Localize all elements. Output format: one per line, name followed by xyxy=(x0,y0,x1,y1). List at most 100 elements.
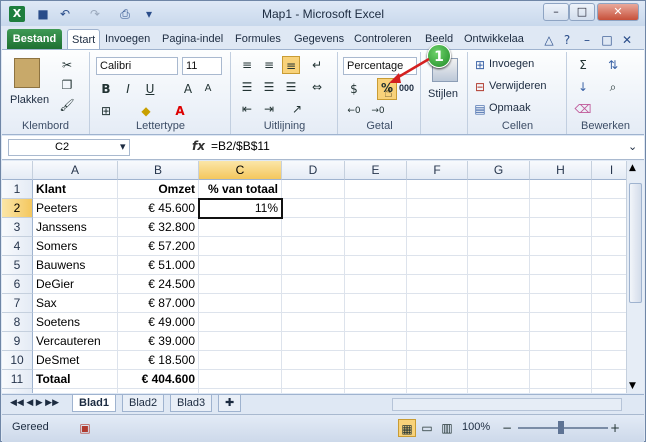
cell[interactable]: DeGier xyxy=(33,275,118,294)
row-header[interactable]: 6 xyxy=(2,275,33,294)
delete-cells-icon[interactable]: ⊟ xyxy=(471,78,489,96)
cell[interactable] xyxy=(468,199,530,218)
format-cells-button[interactable]: Opmaak xyxy=(489,102,531,114)
cell[interactable] xyxy=(33,389,118,393)
tab-gegevens[interactable]: Gegevens xyxy=(290,29,348,49)
cell[interactable] xyxy=(592,218,626,237)
cell[interactable] xyxy=(468,294,530,313)
cell[interactable] xyxy=(345,351,407,370)
cell[interactable] xyxy=(345,237,407,256)
cell[interactable] xyxy=(530,389,592,393)
clear-icon[interactable]: ⌫ xyxy=(574,100,592,118)
active-cell-c2[interactable]: 11% xyxy=(198,198,283,219)
tab-ontwikkelaars[interactable]: Ontwikkelaa xyxy=(460,29,528,49)
tab-start[interactable]: Start xyxy=(67,29,101,49)
cell[interactable] xyxy=(345,313,407,332)
cell[interactable]: € 49.000 xyxy=(118,313,199,332)
cell[interactable]: € 57.200 xyxy=(118,237,199,256)
cell[interactable] xyxy=(592,389,626,393)
zoom-slider-thumb[interactable] xyxy=(558,421,564,434)
cell[interactable] xyxy=(282,313,345,332)
decrease-indent-icon[interactable]: ⇤ xyxy=(238,100,256,118)
cell[interactable] xyxy=(407,389,468,393)
help-icon[interactable]: ? xyxy=(559,32,575,48)
align-center-icon[interactable]: ☰ xyxy=(260,78,278,96)
paste-icon[interactable] xyxy=(14,58,40,88)
cell[interactable] xyxy=(199,256,282,275)
worksheet-grid[interactable]: A B C D E F G H I 1 Klant Omzet% van totaal 2 Peeters… xyxy=(2,161,626,393)
cell[interactable]: Omzet xyxy=(118,180,199,199)
increase-indent-icon[interactable]: ⇥ xyxy=(260,100,278,118)
new-sheet-icon[interactable]: ✚ xyxy=(218,395,242,412)
cell[interactable] xyxy=(592,237,626,256)
cell[interactable] xyxy=(345,180,407,199)
cell[interactable] xyxy=(345,275,407,294)
cell[interactable]: Peeters xyxy=(33,199,118,218)
column-header-i[interactable]: I xyxy=(592,161,626,180)
scroll-up-icon[interactable]: ▲ xyxy=(629,163,636,173)
cell[interactable] xyxy=(199,275,282,294)
align-middle-icon[interactable]: ≡ xyxy=(260,56,278,74)
row-header[interactable]: 1 xyxy=(2,180,33,199)
minimize-button[interactable]: – xyxy=(543,3,569,21)
tab-invoegen[interactable]: Invoegen xyxy=(101,29,154,49)
cell[interactable] xyxy=(530,199,592,218)
align-right-icon[interactable]: ☰ xyxy=(282,78,300,96)
cell[interactable] xyxy=(592,351,626,370)
column-header-g[interactable]: G xyxy=(468,161,530,180)
row-header[interactable]: 4 xyxy=(2,237,33,256)
cell[interactable] xyxy=(468,332,530,351)
cell[interactable] xyxy=(345,218,407,237)
cell[interactable] xyxy=(282,256,345,275)
minimize-ribbon-icon[interactable]: △ xyxy=(541,32,557,48)
sheet-tab-blad1[interactable]: Blad1 xyxy=(72,395,116,412)
macro-record-icon[interactable]: ▣ xyxy=(76,419,94,437)
font-color-icon[interactable]: A xyxy=(171,102,189,120)
cell[interactable] xyxy=(407,256,468,275)
cell[interactable]: % van totaal xyxy=(199,180,282,199)
cell[interactable] xyxy=(199,294,282,313)
page-layout-view-icon[interactable]: ▭ xyxy=(418,419,436,437)
cell[interactable] xyxy=(199,313,282,332)
cell[interactable] xyxy=(592,313,626,332)
cell[interactable] xyxy=(282,351,345,370)
align-bottom-icon[interactable]: ≡ xyxy=(282,56,300,74)
maximize-button[interactable]: □ xyxy=(569,3,595,21)
zoom-level[interactable]: 100% xyxy=(462,421,490,433)
cell[interactable] xyxy=(530,237,592,256)
accounting-format-icon[interactable]: $ xyxy=(345,80,363,98)
row-header[interactable]: 3 xyxy=(2,218,33,237)
column-header-b[interactable]: B xyxy=(118,161,199,180)
cell[interactable] xyxy=(407,199,468,218)
cell[interactable]: € 45.600 xyxy=(118,199,199,218)
wrap-text-icon[interactable]: ↵ xyxy=(308,56,326,74)
cell[interactable] xyxy=(592,199,626,218)
column-header-c[interactable]: C xyxy=(199,161,282,180)
cell[interactable] xyxy=(282,294,345,313)
normal-view-icon[interactable]: ▦ xyxy=(398,419,416,437)
vertical-scrollbar[interactable]: ▲ ▼ xyxy=(626,161,644,393)
cell[interactable] xyxy=(199,332,282,351)
select-all-corner[interactable] xyxy=(2,161,33,180)
name-box-dropdown-icon[interactable]: ▾ xyxy=(120,140,126,153)
cell[interactable]: DeSmet xyxy=(33,351,118,370)
row-header[interactable]: 9 xyxy=(2,332,33,351)
tab-formules[interactable]: Formules xyxy=(231,29,285,49)
cell[interactable] xyxy=(345,370,407,389)
cell[interactable] xyxy=(282,370,345,389)
tab-pagina-indeling[interactable]: Pagina-indel xyxy=(158,29,227,49)
cell[interactable] xyxy=(592,180,626,199)
cell[interactable] xyxy=(407,332,468,351)
cell[interactable] xyxy=(345,256,407,275)
insert-function-icon[interactable]: fx xyxy=(192,139,205,153)
cell[interactable] xyxy=(407,294,468,313)
window-restore-icon[interactable]: □ xyxy=(599,32,615,48)
cell[interactable] xyxy=(407,370,468,389)
cell[interactable] xyxy=(282,389,345,393)
cell[interactable] xyxy=(530,313,592,332)
cell[interactable] xyxy=(592,370,626,389)
cell[interactable] xyxy=(199,218,282,237)
cell[interactable] xyxy=(407,237,468,256)
cell[interactable] xyxy=(468,218,530,237)
insert-cells-icon[interactable]: ⊞ xyxy=(471,56,489,74)
